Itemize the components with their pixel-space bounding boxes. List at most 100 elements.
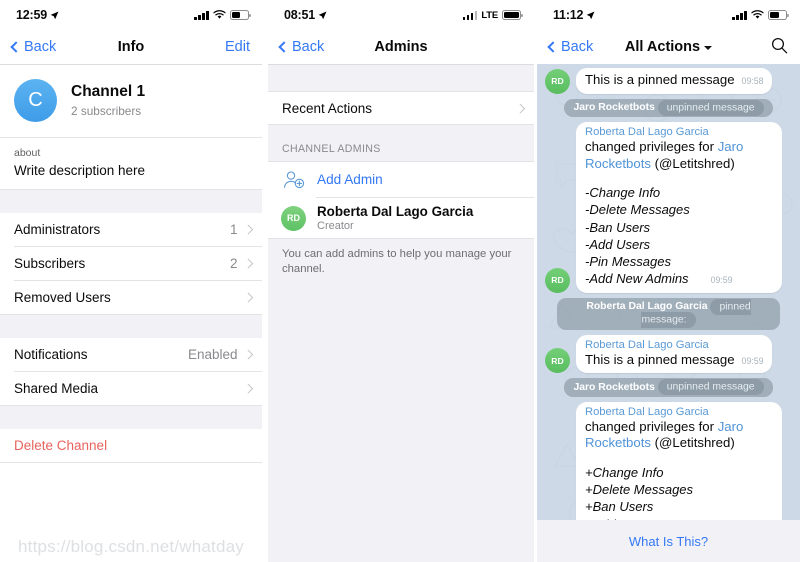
messages-container: RD This is a pinned message 09:58 Jaro R… bbox=[537, 64, 800, 562]
privilege-item: -Pin Messages bbox=[585, 254, 671, 270]
back-button-label: Back bbox=[292, 39, 325, 55]
message-time: 09:59 bbox=[741, 355, 764, 366]
row-notifications[interactable]: Notifications Enabled bbox=[0, 338, 262, 371]
row-delete-channel[interactable]: Delete Channel bbox=[0, 429, 262, 462]
back-button-actions[interactable]: Back bbox=[547, 39, 594, 55]
service-actor: Jaro Rocketbots bbox=[573, 102, 655, 113]
add-admin-label: Add Admin bbox=[317, 172, 383, 187]
service-message: Jaro Rocketbots unpinned message bbox=[537, 98, 800, 118]
privilege-item: +Change Info bbox=[585, 464, 664, 480]
message-handle: (@Letitshred) bbox=[650, 155, 735, 171]
back-button-info[interactable]: Back bbox=[10, 39, 57, 55]
section-gap bbox=[0, 190, 262, 213]
chevron-left-icon bbox=[278, 41, 290, 53]
cellular-bars-icon bbox=[732, 10, 747, 20]
what-is-this-button[interactable]: What Is This? bbox=[537, 520, 800, 562]
search-button[interactable] bbox=[771, 37, 788, 58]
danger-group: Delete Channel bbox=[0, 429, 262, 462]
admin-role: Creator bbox=[317, 220, 354, 232]
avatar: C bbox=[14, 79, 57, 122]
divider bbox=[0, 462, 262, 463]
status-bar-actions: 11:12 bbox=[537, 0, 800, 30]
row-label: Removed Users bbox=[14, 290, 111, 305]
status-time-text: 08:51 bbox=[284, 8, 315, 22]
back-button-admins[interactable]: Back bbox=[278, 39, 325, 55]
chevron-right-icon bbox=[243, 292, 253, 303]
avatar: RD bbox=[545, 68, 570, 94]
chat-log[interactable]: RD This is a pinned message 09:58 Jaro R… bbox=[537, 64, 800, 562]
row-label: Recent Actions bbox=[282, 100, 373, 116]
chevron-right-icon bbox=[243, 258, 253, 269]
message-lead: changed privileges for bbox=[585, 418, 718, 434]
section-header-channel-admins: CHANNEL ADMINS bbox=[268, 125, 534, 161]
location-arrow-icon bbox=[587, 11, 595, 19]
channel-profile-header[interactable]: C Channel 1 2 subscribers bbox=[0, 65, 262, 137]
chevron-left-icon bbox=[10, 41, 22, 53]
message-row[interactable]: RD Roberta Dal Lago Garcia changed privi… bbox=[537, 122, 800, 293]
row-admin-creator[interactable]: RD Roberta Dal Lago Garcia Creator bbox=[268, 198, 534, 238]
service-action: unpinned message bbox=[657, 99, 764, 116]
section-gap bbox=[268, 65, 534, 91]
channel-name: Channel 1 bbox=[71, 83, 146, 100]
row-administrators[interactable]: Administrators 1 bbox=[0, 213, 262, 246]
row-subscribers[interactable]: Subscribers 2 bbox=[0, 247, 262, 280]
message-bubble[interactable]: Roberta Dal Lago Garcia This is a pinned… bbox=[576, 334, 772, 374]
row-value: Enabled bbox=[187, 347, 238, 362]
row-add-admin[interactable]: Add Admin bbox=[268, 162, 534, 197]
message-row[interactable]: RD Roberta Dal Lago Garcia This is a pin… bbox=[537, 334, 800, 374]
chevron-right-icon bbox=[243, 224, 253, 235]
row-shared-media[interactable]: Shared Media bbox=[0, 372, 262, 405]
message-bubble[interactable]: This is a pinned message 09:58 bbox=[576, 68, 772, 94]
status-bar-info: 12:59 bbox=[0, 0, 262, 30]
privilege-item: -Add Users bbox=[585, 236, 651, 252]
chevron-right-icon bbox=[243, 349, 253, 360]
about-caption: about bbox=[14, 147, 41, 159]
service-message: Jaro Rocketbots unpinned message bbox=[537, 378, 800, 397]
settings-group: Notifications Enabled Shared Media bbox=[0, 338, 262, 405]
service-action: unpinned message bbox=[657, 379, 764, 396]
chevron-right-icon bbox=[515, 103, 525, 113]
row-recent-actions[interactable]: Recent Actions bbox=[268, 92, 534, 124]
chevron-left-icon bbox=[547, 41, 559, 53]
message-handle: (@Letitshred) bbox=[650, 435, 735, 451]
wifi-icon bbox=[213, 10, 226, 19]
edit-button[interactable]: Edit bbox=[225, 39, 250, 55]
status-time: 08:51 bbox=[284, 8, 327, 22]
screenshot-edge-sliver bbox=[262, 0, 267, 562]
message-text: changed privileges for Jaro Rocketbots (… bbox=[585, 139, 774, 172]
nav-bar-info: Back Info Edit bbox=[0, 30, 262, 64]
panel-all-actions: 11:12 Back All Actions RD This is a pinn… bbox=[537, 0, 800, 562]
row-label: Administrators bbox=[14, 222, 101, 237]
nav-bar-actions: Back All Actions bbox=[537, 30, 800, 64]
privilege-item: +Delete Messages bbox=[585, 482, 694, 498]
avatar: RD bbox=[545, 348, 570, 374]
row-removed-users[interactable]: Removed Users bbox=[0, 281, 262, 314]
empty-area bbox=[268, 274, 534, 562]
avatar: RD bbox=[281, 205, 306, 231]
row-label: Notifications bbox=[14, 347, 88, 362]
search-icon bbox=[771, 37, 788, 53]
members-group: Administrators 1 Subscribers 2 Removed U… bbox=[0, 213, 262, 314]
privilege-item: +Ban Users bbox=[585, 499, 654, 515]
panel-admins: 08:51 LTE Back Admins Recent Actions CHA… bbox=[268, 0, 534, 562]
about-value: Write description here bbox=[14, 163, 146, 178]
message-row[interactable]: RD This is a pinned message 09:58 bbox=[537, 68, 800, 94]
three-phone-screenshots: 12:59 Back Info Edit C Channel 1 2 subsc… bbox=[0, 0, 800, 562]
service-message: Roberta Dal Lago Garcia pinned message: bbox=[537, 297, 800, 330]
back-button-label: Back bbox=[24, 39, 57, 55]
privilege-item: -Ban Users bbox=[585, 219, 651, 235]
message-text: This is a pinned message bbox=[585, 72, 735, 87]
status-indicators: LTE bbox=[462, 10, 523, 21]
service-actor: Jaro Rocketbots bbox=[573, 381, 655, 393]
message-bubble[interactable]: Roberta Dal Lago Garcia changed privileg… bbox=[576, 122, 782, 293]
about-section[interactable]: about Write description here bbox=[0, 138, 262, 189]
battery-icon bbox=[768, 10, 789, 20]
location-arrow-icon bbox=[50, 11, 59, 19]
status-time-text: 12:59 bbox=[16, 8, 47, 22]
row-label: Subscribers bbox=[14, 256, 86, 271]
row-label: Shared Media bbox=[14, 381, 99, 396]
back-button-label: Back bbox=[561, 39, 594, 55]
message-author: Roberta Dal Lago Garcia bbox=[585, 405, 709, 418]
status-time: 12:59 bbox=[16, 8, 59, 22]
avatar: RD bbox=[545, 267, 570, 293]
